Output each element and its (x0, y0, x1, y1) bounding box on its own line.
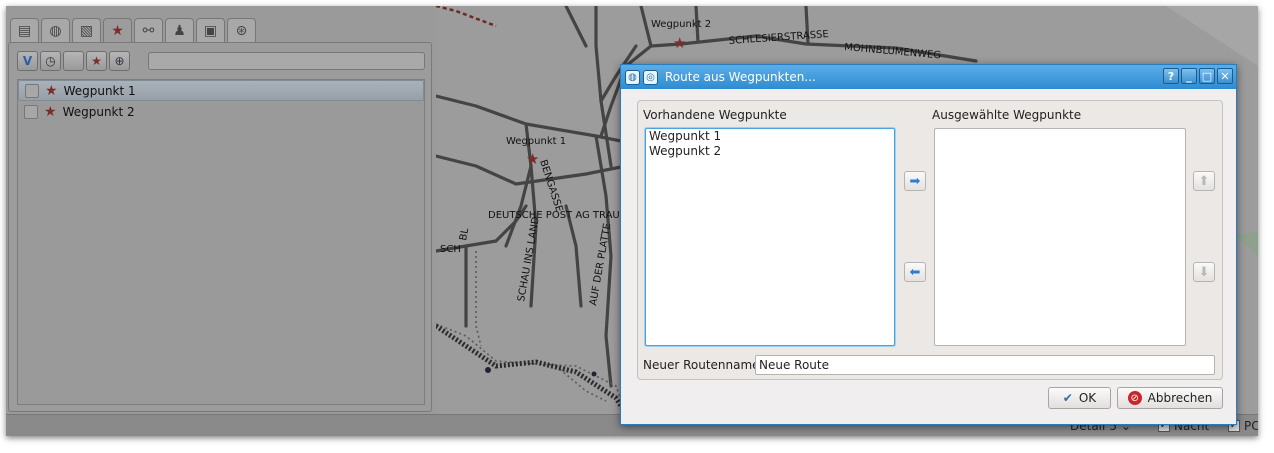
waypoint-filter-input[interactable] (148, 52, 425, 70)
selected-waypoints-label: Ausgewählte Wegpunkte (932, 108, 1082, 122)
route-icon: ⚯ (142, 22, 155, 39)
route-name-label: Neuer Routenname (643, 358, 760, 372)
waypoint-label: Wegpunkt 1 (63, 83, 136, 98)
dialog-titlebar[interactable]: ◍ ◎ Route aus Wegpunkten... ? _ □ ✕ (621, 65, 1236, 89)
arrow-left-icon: ⬅ (909, 264, 921, 280)
close-button[interactable]: ✕ (1217, 68, 1233, 84)
cancel-label: Abbrechen (1147, 391, 1213, 405)
map-label: Wegpunkt 2 (651, 19, 711, 30)
clock-button[interactable]: ◷ (40, 51, 61, 71)
waypoint-row[interactable]: ★ Wegpunkt 2 (18, 101, 424, 122)
waypoint-star-icon: ★ (45, 82, 58, 99)
route-name-input[interactable]: Neue Route (755, 355, 1215, 375)
tab-list-icon[interactable]: ▤ (10, 18, 39, 42)
waypoint-row[interactable]: ★ Wegpunkt 1 (18, 80, 424, 101)
available-waypoints-label: Vorhandene Wegpunkte (643, 108, 787, 122)
tab-globe-icon[interactable]: ◍ (41, 18, 70, 42)
globe-icon: ◍ (49, 22, 62, 39)
waypoint-2-marker-icon: ★ (673, 34, 686, 52)
target-button[interactable]: ⊕ (109, 51, 130, 71)
clock-icon: ◷ (45, 54, 56, 68)
map-label: SCH (440, 244, 461, 255)
selected-waypoints-list[interactable] (934, 128, 1186, 346)
tab-route-icon[interactable]: ⚯ (134, 18, 163, 42)
window-menu-icon[interactable]: ◎ (643, 69, 658, 85)
panel-tabbar: ▤ ◍ ▧ ★ ⚯ ♟ ▣ ⊛ (10, 18, 256, 43)
image-icon: ▣ (203, 22, 218, 39)
target-icon: ⊕ (114, 54, 125, 68)
map-label: Wegpunkt 1 (506, 136, 566, 147)
tab-compass-icon[interactable]: ⊛ (227, 18, 256, 42)
waypoint-list[interactable]: ★ Wegpunkt 1 ★ Wegpunkt 2 (17, 79, 425, 405)
check-button[interactable]: V (17, 51, 38, 71)
waypoint-checkbox[interactable] (25, 83, 39, 98)
cancel-icon: ⊘ (1127, 391, 1142, 405)
person-icon: ♟ (173, 22, 186, 39)
waypoint-checkbox[interactable] (24, 104, 38, 119)
ok-label: OK (1078, 391, 1097, 405)
arrow-down-icon: ⬇ (1198, 264, 1210, 280)
help-button[interactable]: ? (1163, 68, 1179, 84)
tab-image-icon[interactable]: ▣ (196, 18, 225, 42)
add-waypoint-button[interactable]: ➡ (904, 171, 926, 191)
list-item[interactable]: Wegpunkt 1 (646, 129, 894, 144)
tab-map-icon[interactable]: ▧ (72, 18, 101, 42)
waypoint-toolbar: V ◷ ★ ⊕ (17, 51, 130, 71)
route-from-waypoints-dialog: ◍ ◎ Route aus Wegpunkten... ? _ □ ✕ Vorh… (620, 64, 1237, 425)
star-button[interactable]: ★ (86, 51, 107, 71)
arrow-right-icon: ➡ (909, 173, 921, 189)
waypoint-star-icon: ★ (44, 103, 57, 120)
waypoint-1-marker-icon: ★ (526, 150, 539, 168)
waypoint-panel: ▤ ◍ ▧ ★ ⚯ ♟ ▣ ⊛ V ◷ ★ ⊕ ★ Wegpunkt 1 ★ Wegpunkt 2 (6, 6, 436, 414)
app-icon[interactable]: ◍ (625, 69, 640, 85)
remove-waypoint-button[interactable]: ⬅ (904, 262, 926, 282)
waypoint-label: Wegpunkt 2 (62, 104, 135, 119)
cancel-button[interactable]: ⊘ Abbrechen (1117, 387, 1223, 409)
tab-waypoint-star-icon[interactable]: ★ (103, 18, 132, 43)
move-down-button[interactable]: ⬇ (1193, 262, 1215, 282)
ok-button[interactable]: ✔ OK (1048, 387, 1111, 409)
waypoint-star-icon: ★ (111, 23, 124, 39)
move-up-button[interactable]: ⬆ (1193, 171, 1215, 191)
dialog-content: Vorhandene Wegpunkte Ausgewählte Wegpunk… (637, 100, 1223, 380)
list-icon: ▤ (17, 22, 32, 39)
map-icon: ▧ (79, 22, 94, 39)
map-label: BL (458, 227, 471, 242)
star-icon: ★ (91, 54, 102, 68)
poi-label: PC (1244, 419, 1258, 433)
check-icon: V (22, 54, 33, 68)
blank-button[interactable] (63, 51, 84, 71)
list-item[interactable]: Wegpunkt 2 (646, 144, 894, 159)
arrow-up-icon: ⬆ (1198, 173, 1210, 189)
maximize-button[interactable]: □ (1199, 68, 1215, 84)
dialog-title: Route aus Wegpunkten... (665, 70, 816, 84)
minimize-button[interactable]: _ (1181, 68, 1197, 84)
tab-person-icon[interactable]: ♟ (165, 18, 194, 42)
compass-icon: ⊛ (235, 22, 248, 39)
checkmark-icon: ✔ (1062, 391, 1073, 405)
waypoint-tab-content: V ◷ ★ ⊕ ★ Wegpunkt 1 ★ Wegpunkt 2 (8, 42, 432, 412)
available-waypoints-list[interactable]: Wegpunkt 1 Wegpunkt 2 (645, 128, 895, 346)
